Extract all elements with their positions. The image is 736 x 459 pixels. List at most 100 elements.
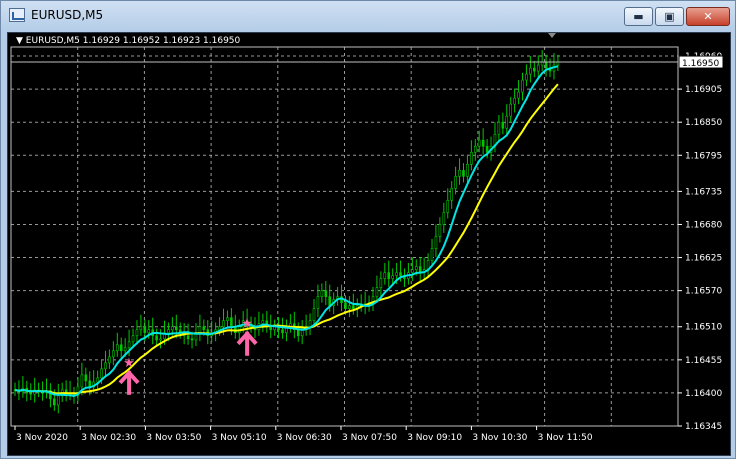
candle-body [104,362,107,370]
candle-body [56,395,60,406]
price-chart[interactable]: 1.169601.169051.168501.167951.167351.166… [8,33,730,455]
price-axis-label: 1.16400 [685,389,722,399]
candle-body [497,121,501,135]
signal-star-icon: ★ [123,356,135,371]
candle-body [442,212,446,225]
price-axis-label: 1.16795 [685,151,722,161]
candle-body [108,356,111,364]
candle-body [202,326,206,331]
candle-body [127,341,131,349]
ma-fast-line [14,65,559,398]
candle-body [501,121,505,129]
candle-body [414,266,418,270]
candle-body [434,236,438,249]
ohlc-values: 1.16929 1.16952 1.16923 1.16950 [82,36,241,46]
candle-body [352,305,355,309]
maximize-button[interactable]: ▣ [655,7,684,26]
window-title: EURUSD,M5 [31,8,104,22]
time-axis-label: 3 Nov 07:50 [342,433,397,443]
candle-body [344,302,347,309]
chart-shift-marker [548,33,556,38]
price-axis-label: 1.16510 [685,323,722,333]
candle-body [155,335,158,341]
candle-body [462,170,465,177]
candle-body [481,139,485,147]
chart-window: EURUSD,M5 ▬ ▣ ✕ 1.169601.169051.168501.1… [0,0,736,459]
candle-body [450,188,453,201]
time-axis-label: 3 Nov 09:10 [407,433,462,443]
candle-body [96,377,99,383]
ma-slow-line [14,83,559,395]
candle-body [525,73,528,81]
candle-body [430,248,434,261]
candle-body [544,61,548,69]
chart-window-icon [9,8,25,22]
close-button[interactable]: ✕ [686,7,730,26]
price-axis-label: 1.16345 [685,422,722,432]
price-axis-label: 1.16570 [685,287,722,297]
candle-body [438,224,442,237]
candle-body [477,139,481,147]
candle-body [328,296,332,306]
candle-body [320,290,324,297]
price-axis-label: 1.16905 [685,85,722,95]
time-axis-label: 3 Nov 02:30 [81,433,136,443]
candle-body [198,326,202,334]
candle-body [84,374,88,382]
candle-body [119,344,123,352]
candle-body [454,176,457,189]
chart-symbol-header: ▼ EURUSD,M5 1.16929 1.16952 1.16923 1.16… [16,36,240,46]
chart-area[interactable]: 1.169601.169051.168501.167951.167351.166… [7,32,731,456]
candle-body [230,317,233,328]
candle-body [513,97,516,105]
time-axis-label: 3 Nov 05:10 [212,433,267,443]
price-axis-label: 1.16680 [685,220,722,230]
price-axis-label: 1.16735 [685,187,722,197]
candle-body [135,329,139,337]
candle-body [143,326,147,334]
candle-body [383,272,387,279]
dropdown-arrow-icon[interactable]: ▼ [16,36,23,46]
candle-body [348,305,351,309]
candle-body [509,103,513,117]
candle-body [521,79,524,93]
time-axis-label: 3 Nov 06:30 [277,433,332,443]
candle-body [517,91,520,99]
candle-body [123,347,127,352]
candle-body [171,326,174,331]
candle-body [226,317,229,322]
candle-body [115,344,119,352]
title-bar[interactable]: EURUSD,M5 ▬ ▣ ✕ [1,1,735,31]
candle-body [458,170,461,177]
candle-body [159,338,162,341]
candle-body [324,290,328,297]
candle-body [167,329,170,334]
candle-body [100,368,103,379]
minimize-button[interactable]: ▬ [624,7,653,26]
current-price-label: 1.16950 [682,59,719,69]
price-axis-label: 1.16455 [685,356,722,366]
signal-star-icon: ★ [241,317,253,332]
candle-body [379,278,383,288]
candle-body [112,350,115,358]
time-axis-label: 3 Nov 10:30 [472,433,527,443]
candle-body [80,374,84,388]
candle-body [316,296,320,309]
candle-body [399,272,402,276]
candle-body [222,320,225,328]
candle-body [269,326,273,331]
candle-body [186,335,190,340]
candle-body [411,269,414,273]
candle-body [29,392,33,395]
candle-body [470,151,473,165]
candle-body [473,145,477,153]
candle-body [312,308,316,322]
candle-body [536,64,540,72]
candle-body [387,272,391,279]
candle-body [131,335,135,343]
candle-body [529,67,532,75]
candle-body [53,398,56,406]
time-axis-label: 3 Nov 2020 [16,433,68,443]
price-axis-label: 1.16625 [685,254,722,264]
candle-body [533,67,536,72]
